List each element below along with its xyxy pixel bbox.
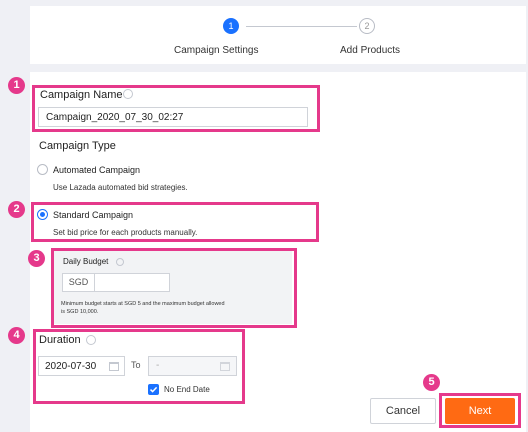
automated-campaign-radio[interactable] — [37, 164, 48, 175]
highlight-duration — [33, 329, 245, 404]
callout-4: 4 — [8, 327, 25, 344]
step-2-circle: 2 — [359, 18, 375, 34]
highlight-daily-budget — [51, 248, 297, 328]
highlight-campaign-name — [32, 85, 320, 132]
automated-campaign-description: Use Lazada automated bid strategies. — [53, 183, 188, 192]
highlight-next-button — [439, 393, 521, 428]
highlight-standard-campaign — [31, 202, 319, 242]
step-2-label: Add Products — [340, 45, 401, 56]
step-2-number: 2 — [364, 21, 370, 31]
callout-1: 1 — [8, 77, 25, 94]
cancel-button[interactable]: Cancel — [370, 398, 436, 424]
step-1-number: 1 — [228, 21, 234, 31]
callout-5: 5 — [423, 374, 440, 391]
step-connector — [246, 26, 357, 27]
cancel-button-label: Cancel — [385, 405, 421, 417]
campaign-type-label: Campaign Type — [39, 140, 116, 152]
page: 1 2 Campaign Settings Add Products Campa… — [0, 0, 528, 432]
automated-campaign-label[interactable]: Automated Campaign — [53, 165, 140, 175]
step-1-label: Campaign Settings — [174, 45, 259, 56]
callout-2: 2 — [8, 201, 25, 218]
stepper-card: 1 2 Campaign Settings Add Products — [30, 6, 526, 64]
callout-3: 3 — [28, 250, 45, 267]
step-1-circle: 1 — [223, 18, 239, 34]
